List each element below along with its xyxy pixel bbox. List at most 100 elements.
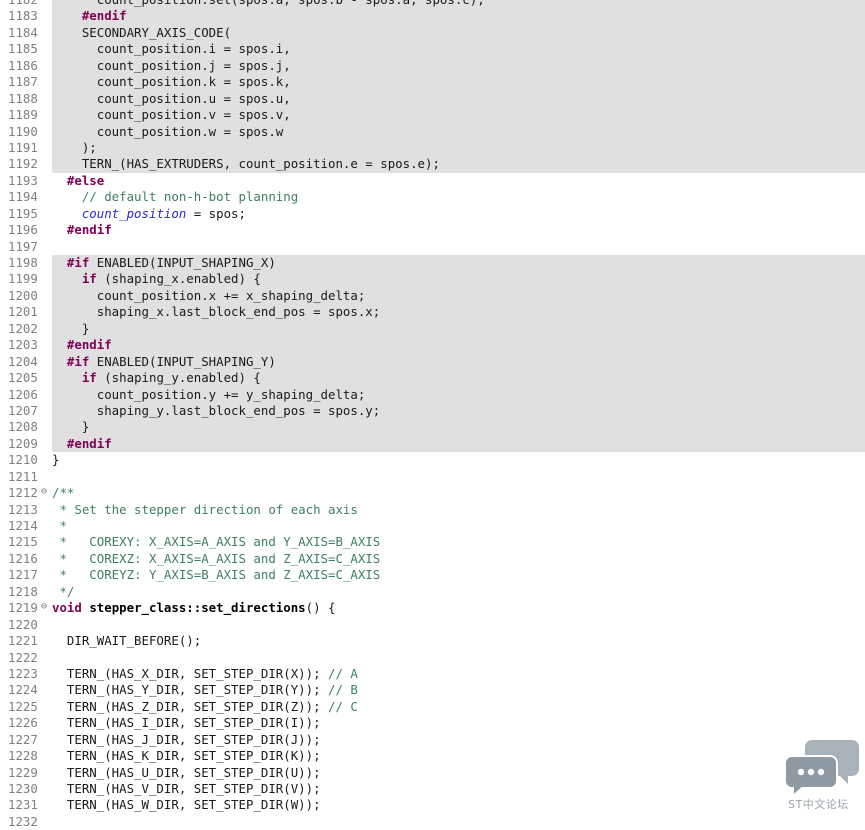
- code-line[interactable]: 1227 TERN_(HAS_J_DIR, SET_STEP_DIR(J));: [0, 732, 865, 748]
- code-line[interactable]: 1214 *: [0, 518, 865, 534]
- code-line[interactable]: 1220: [0, 617, 865, 633]
- line-number: 1221: [8, 633, 38, 649]
- code-line[interactable]: 1199 if (shaping_x.enabled) {: [0, 271, 865, 288]
- code-line[interactable]: 1218 */: [0, 584, 865, 600]
- code-keyword: if: [81, 271, 97, 287]
- line-number: 1219: [8, 600, 38, 616]
- code-line[interactable]: 1184 SECONDARY_AXIS_CODE(: [0, 24, 865, 42]
- code-line[interactable]: 1225 TERN_(HAS_Z_DIR, SET_STEP_DIR(Z)); …: [0, 699, 865, 715]
- line-gutter: 1203: [0, 337, 52, 353]
- code-text: SECONDARY_AXIS_CODE(: [52, 24, 865, 42]
- code-line[interactable]: 1221 DIR_WAIT_BEFORE();: [0, 633, 865, 649]
- code-line[interactable]: 1223 TERN_(HAS_X_DIR, SET_STEP_DIR(X)); …: [0, 666, 865, 682]
- line-number: 1222: [8, 649, 38, 665]
- code-line[interactable]: 1229 TERN_(HAS_U_DIR, SET_STEP_DIR(U));: [0, 765, 865, 781]
- code-line[interactable]: 1203 #endif: [0, 337, 865, 354]
- code-line[interactable]: 1222: [0, 650, 865, 666]
- code-comment: *: [52, 518, 67, 533]
- line-gutter: 1231: [0, 797, 52, 813]
- code-line[interactable]: 1230 TERN_(HAS_V_DIR, SET_STEP_DIR(V));: [0, 781, 865, 797]
- code-line[interactable]: 1198 #if ENABLED(INPUT_SHAPING_X): [0, 255, 865, 272]
- code-line[interactable]: 1191 );: [0, 139, 865, 157]
- code-line[interactable]: 1232: [0, 814, 865, 830]
- code-token: TERN_(HAS_Z_DIR, SET_STEP_DIR(Z));: [52, 698, 329, 714]
- code-line[interactable]: 1188 count_position.u = spos.u,: [0, 90, 865, 108]
- code-text: if (shaping_y.enabled) {: [52, 370, 865, 387]
- line-gutter: 1195: [0, 206, 52, 222]
- line-gutter: 1215: [0, 534, 52, 550]
- code-line[interactable]: 1208 }: [0, 419, 865, 436]
- code-line[interactable]: 1189 count_position.v = spos.v,: [0, 107, 865, 124]
- code-line[interactable]: 1226 TERN_(HAS_I_DIR, SET_STEP_DIR(I));: [0, 715, 865, 731]
- code-line[interactable]: 1209 #endif: [0, 435, 865, 453]
- code-line[interactable]: 1224 TERN_(HAS_Y_DIR, SET_STEP_DIR(Y)); …: [0, 682, 865, 698]
- code-line[interactable]: 1213 * Set the stepper direction of each…: [0, 502, 865, 518]
- code-line[interactable]: 1195 count_position = spos;: [0, 206, 865, 222]
- code-line[interactable]: 1202 }: [0, 320, 865, 338]
- code-text: * COREXZ: X_AXIS=A_AXIS and Z_AXIS=C_AXI…: [52, 551, 865, 567]
- line-number: 1191: [8, 139, 38, 155]
- code-comment: // B: [328, 682, 358, 698]
- code-text: if (shaping_x.enabled) {: [52, 271, 865, 288]
- code-line[interactable]: 1207 shaping_y.last_block_end_pos = spos…: [0, 402, 865, 420]
- line-gutter: 1220: [0, 617, 52, 633]
- code-line[interactable]: 1192 TERN_(HAS_EXTRUDERS, count_position…: [0, 156, 865, 173]
- code-line[interactable]: 1201 shaping_x.last_block_end_pos = spos…: [0, 304, 865, 321]
- code-token: = spos;: [186, 205, 246, 221]
- code-line[interactable]: 1183 #endif: [0, 8, 865, 25]
- code-text: TERN_(HAS_K_DIR, SET_STEP_DIR(K));: [52, 748, 865, 764]
- line-number: 1206: [8, 386, 38, 402]
- code-line[interactable]: 1194 // default non-h-bot planning: [0, 189, 865, 205]
- code-line[interactable]: 1215 * COREXY: X_AXIS=A_AXIS and Y_AXIS=…: [0, 534, 865, 550]
- line-gutter: 1185: [0, 41, 52, 57]
- line-number: 1192: [8, 156, 38, 172]
- code-line[interactable]: 1187 count_position.k = spos.k,: [0, 74, 865, 91]
- code-comment: */: [52, 583, 75, 599]
- code-line[interactable]: 1193 #else: [0, 173, 865, 189]
- code-line[interactable]: 1212 ⊖/**: [0, 485, 865, 501]
- line-gutter: 1212 ⊖: [0, 485, 52, 501]
- code-text: TERN_(HAS_Z_DIR, SET_STEP_DIR(Z)); // C: [52, 699, 865, 715]
- code-token: TERN_(HAS_I_DIR, SET_STEP_DIR(I));: [52, 715, 321, 731]
- code-token: count_position: [81, 205, 187, 221]
- fold-collapse-icon[interactable]: ⊖: [41, 484, 47, 500]
- code-line[interactable]: 1217 * COREYZ: Y_AXIS=B_AXIS and Z_AXIS=…: [0, 567, 865, 583]
- code-token: count_position.i = spos.i,: [52, 41, 291, 57]
- code-text: shaping_y.last_block_end_pos = spos.y;: [52, 402, 865, 420]
- code-line[interactable]: 1186 count_position.j = spos.j,: [0, 57, 865, 75]
- code-line[interactable]: 1231 TERN_(HAS_W_DIR, SET_STEP_DIR(W));: [0, 797, 865, 813]
- code-editor[interactable]: 1182 count_position.set(spos.a, spos.b -…: [0, 0, 865, 830]
- code-token: count_position.x += x_shaping_delta;: [52, 287, 366, 303]
- code-line[interactable]: 1211: [0, 469, 865, 485]
- code-line[interactable]: 1205 if (shaping_y.enabled) {: [0, 370, 865, 387]
- code-line[interactable]: 1219 ⊖ void stepper_class::set_directions(…: [0, 600, 865, 616]
- code-line[interactable]: 1182 count_position.set(spos.a, spos.b -…: [0, 0, 865, 9]
- line-gutter: 1189: [0, 107, 52, 123]
- code-line[interactable]: 1185 count_position.i = spos.i,: [0, 41, 865, 58]
- code-line[interactable]: 1210}: [0, 452, 865, 468]
- code-text: #endif: [52, 8, 865, 25]
- code-line[interactable]: 1216 * COREXZ: X_AXIS=A_AXIS and Z_AXIS=…: [0, 551, 865, 567]
- line-number: 1214: [8, 518, 38, 533]
- code-text: count_position = spos;: [52, 206, 865, 222]
- code-line[interactable]: 1197: [0, 239, 865, 255]
- code-text: count_position.w = spos.w: [52, 123, 865, 140]
- line-gutter: 1188: [0, 91, 52, 107]
- code-line[interactable]: 1228 TERN_(HAS_K_DIR, SET_STEP_DIR(K));: [0, 748, 865, 764]
- code-line[interactable]: 1206 count_position.y += y_shaping_delta…: [0, 386, 865, 403]
- code-line[interactable]: 1200 count_position.x += x_shaping_delta…: [0, 287, 865, 305]
- code-text: TERN_(HAS_EXTRUDERS, count_position.e = …: [52, 156, 865, 173]
- code-token: TERN_(HAS_EXTRUDERS, count_position.e = …: [52, 156, 440, 172]
- code-line[interactable]: 1196 #endif: [0, 222, 865, 238]
- code-text: count_position.i = spos.i,: [52, 41, 865, 58]
- code-line[interactable]: 1204 #if ENABLED(INPUT_SHAPING_Y): [0, 353, 865, 371]
- fold-collapse-icon[interactable]: ⊖: [41, 599, 47, 615]
- code-comment: // A: [328, 665, 358, 681]
- line-number: 1186: [8, 57, 38, 73]
- code-line[interactable]: 1190 count_position.w = spos.w: [0, 123, 865, 140]
- line-number: 1182: [8, 0, 38, 8]
